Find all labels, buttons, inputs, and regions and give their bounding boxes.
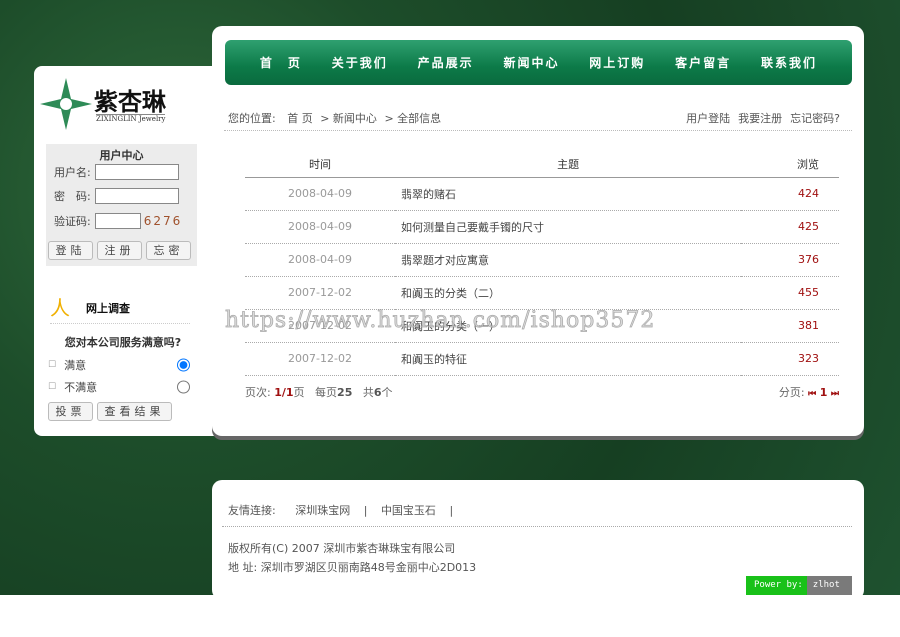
- row-views: 376: [741, 243, 839, 277]
- view-results-button[interactable]: 查看结果: [97, 402, 172, 421]
- nav-order[interactable]: 网上订购: [589, 54, 645, 71]
- friend-links-label: 友情连接:: [228, 504, 276, 517]
- user-login-link[interactable]: 用户登陆: [686, 112, 730, 125]
- power-badge[interactable]: Power by: zlhot: [746, 576, 852, 595]
- row-views: 424: [741, 177, 839, 211]
- vote-button[interactable]: 投票: [48, 402, 93, 421]
- watermark: https://www.huzhan.com/ishop3572: [225, 308, 656, 334]
- row-views: 455: [741, 276, 839, 310]
- password-label: 密 码:: [54, 190, 91, 203]
- page-unit: 页: [293, 386, 305, 399]
- login-button[interactable]: 登陆: [48, 241, 93, 260]
- logo-star-icon: [40, 78, 92, 130]
- row-title-link[interactable]: 和阗玉的分类（二）: [395, 276, 742, 310]
- row-date: 2007-12-02: [245, 342, 395, 376]
- breadcrumb-news[interactable]: > 新闻中心: [320, 112, 377, 125]
- col-title: 主题: [395, 152, 742, 178]
- friend-link[interactable]: 中国宝玉石: [381, 504, 436, 517]
- power-by-name: zlhot: [806, 576, 852, 595]
- row-title-link[interactable]: 翡翠的赌石: [395, 177, 742, 211]
- total-unit: 个: [381, 386, 393, 399]
- footer: 友情连接: 深圳珠宝网 | 中国宝玉石 | 版权所有(C) 2007 深圳市紫杏…: [212, 480, 864, 600]
- separator: |: [363, 504, 368, 517]
- page-label: 页次:: [245, 386, 271, 399]
- breadcrumb-label: 您的位置:: [228, 112, 276, 125]
- page-1-link[interactable]: 1: [820, 386, 828, 399]
- username-label: 用户名:: [54, 166, 91, 179]
- row-date: 2007-12-02: [245, 276, 395, 310]
- row-date: 2008-04-09: [245, 177, 395, 211]
- survey-option: 满意: [64, 359, 87, 372]
- divider: [222, 526, 852, 527]
- divider: [50, 323, 190, 324]
- survey-radio[interactable]: [177, 357, 190, 373]
- row-title-link[interactable]: 和阗玉的特征: [395, 342, 742, 376]
- table-row[interactable]: 2008-04-09 翡翠的赌石 424: [245, 177, 839, 211]
- forgot-button[interactable]: 忘密: [146, 241, 191, 260]
- logo-subtitle: ZIXINGLIN Jewelry: [96, 114, 166, 123]
- breadcrumb-home[interactable]: 首 页: [287, 112, 313, 125]
- breadcrumb-all: > 全部信息: [384, 112, 442, 125]
- col-date: 时间: [245, 152, 395, 178]
- per-value: 25: [337, 386, 353, 399]
- row-title-link[interactable]: 翡翠题才对应寓意: [395, 243, 742, 277]
- row-views: 381: [741, 309, 839, 343]
- total-value: 6: [373, 386, 382, 399]
- main-panel: 首 页 关于我们 产品展示 新闻中心 网上订购 客户留言 联系我们 您的位置: …: [212, 26, 864, 436]
- nav-about[interactable]: 关于我们: [332, 54, 388, 71]
- per-label: 每页: [315, 386, 338, 399]
- register-link[interactable]: 我要注册: [738, 112, 782, 125]
- logo: 紫杏琳 ZIXINGLIN Jewelry: [38, 76, 210, 132]
- sidebar: 紫杏琳 ZIXINGLIN Jewelry 用户中心 用户名: 密 码: 验证码…: [34, 66, 214, 436]
- username-input[interactable]: [94, 164, 179, 180]
- main-nav: 首 页 关于我们 产品展示 新闻中心 网上订购 客户留言 联系我们: [225, 40, 852, 85]
- survey-radio[interactable]: [177, 379, 190, 395]
- register-button[interactable]: 注册: [97, 241, 142, 260]
- table-row[interactable]: 2007-12-02 和阗玉的特征 323: [245, 342, 839, 376]
- pager-label: 分页:: [778, 386, 805, 399]
- captcha-input[interactable]: [94, 213, 141, 229]
- page-bottom-band: [0, 595, 900, 637]
- password-input[interactable]: [94, 188, 179, 204]
- friend-links: 友情连接: 深圳珠宝网 | 中国宝玉石 |: [228, 502, 463, 518]
- survey-title: 网上调查: [86, 302, 130, 315]
- nav-news[interactable]: 新闻中心: [503, 54, 559, 71]
- survey-option: 不满意: [64, 381, 98, 394]
- nav-contact[interactable]: 联系我们: [761, 54, 817, 71]
- row-views: 425: [741, 210, 839, 244]
- row-title-link[interactable]: 如何测量自己要戴手镯的尺寸: [395, 210, 742, 244]
- row-date: 2008-04-09: [245, 210, 395, 244]
- table-row[interactable]: 2007-12-02 和阗玉的分类（二） 455: [245, 276, 839, 310]
- logo-name: 紫杏琳: [94, 87, 166, 116]
- table-row[interactable]: 2008-04-09 翡翠题才对应寓意 376: [245, 243, 839, 277]
- copyright: 版权所有(C) 2007 深圳市紫杏琳珠宝有限公司: [228, 542, 456, 555]
- forgot-password-link[interactable]: 忘记密码?: [790, 112, 840, 125]
- nav-message[interactable]: 客户留言: [675, 54, 731, 71]
- captcha-label: 验证码:: [54, 215, 91, 228]
- address: 地 址: 深圳市罗湖区贝丽南路48号金丽中心2D013: [228, 561, 477, 574]
- total-label: 共: [362, 386, 374, 399]
- power-by-label: Power by:: [746, 576, 807, 595]
- pager: 页次: 1/1页 每页25 共6个 分页: ⏮ 1 ⏭: [245, 384, 839, 400]
- page-value: 1/1: [274, 386, 294, 399]
- nav-home[interactable]: 首 页: [260, 54, 302, 71]
- separator: |: [449, 504, 454, 517]
- user-center: 用户中心 用户名: 密 码: 验证码: 6276 登陆 注册 忘密: [46, 144, 197, 266]
- person-icon: 人: [50, 296, 70, 320]
- last-page-icon[interactable]: ⏭: [831, 389, 839, 399]
- first-page-icon[interactable]: ⏮: [808, 389, 816, 399]
- row-views: 323: [741, 342, 839, 376]
- nav-products[interactable]: 产品展示: [418, 54, 474, 71]
- table-row[interactable]: 2008-04-09 如何测量自己要戴手镯的尺寸 425: [245, 210, 839, 244]
- captcha-image: 6276: [143, 214, 183, 228]
- survey-question: 您对本公司服务满意吗?: [64, 336, 182, 349]
- friend-link[interactable]: 深圳珠宝网: [295, 504, 350, 517]
- row-date: 2008-04-09: [245, 243, 395, 277]
- divider: [224, 130, 852, 131]
- user-center-title: 用户中心: [99, 149, 144, 162]
- news-table: 时间 主题 浏览 2008-04-09 翡翠的赌石 424 2008-04-09 如何测…: [245, 152, 839, 376]
- breadcrumb: 您的位置: 首 页 > 新闻中心 > 全部信息 用户登陆 我要注册 忘记密码?: [228, 110, 840, 126]
- col-views: 浏览: [741, 152, 839, 178]
